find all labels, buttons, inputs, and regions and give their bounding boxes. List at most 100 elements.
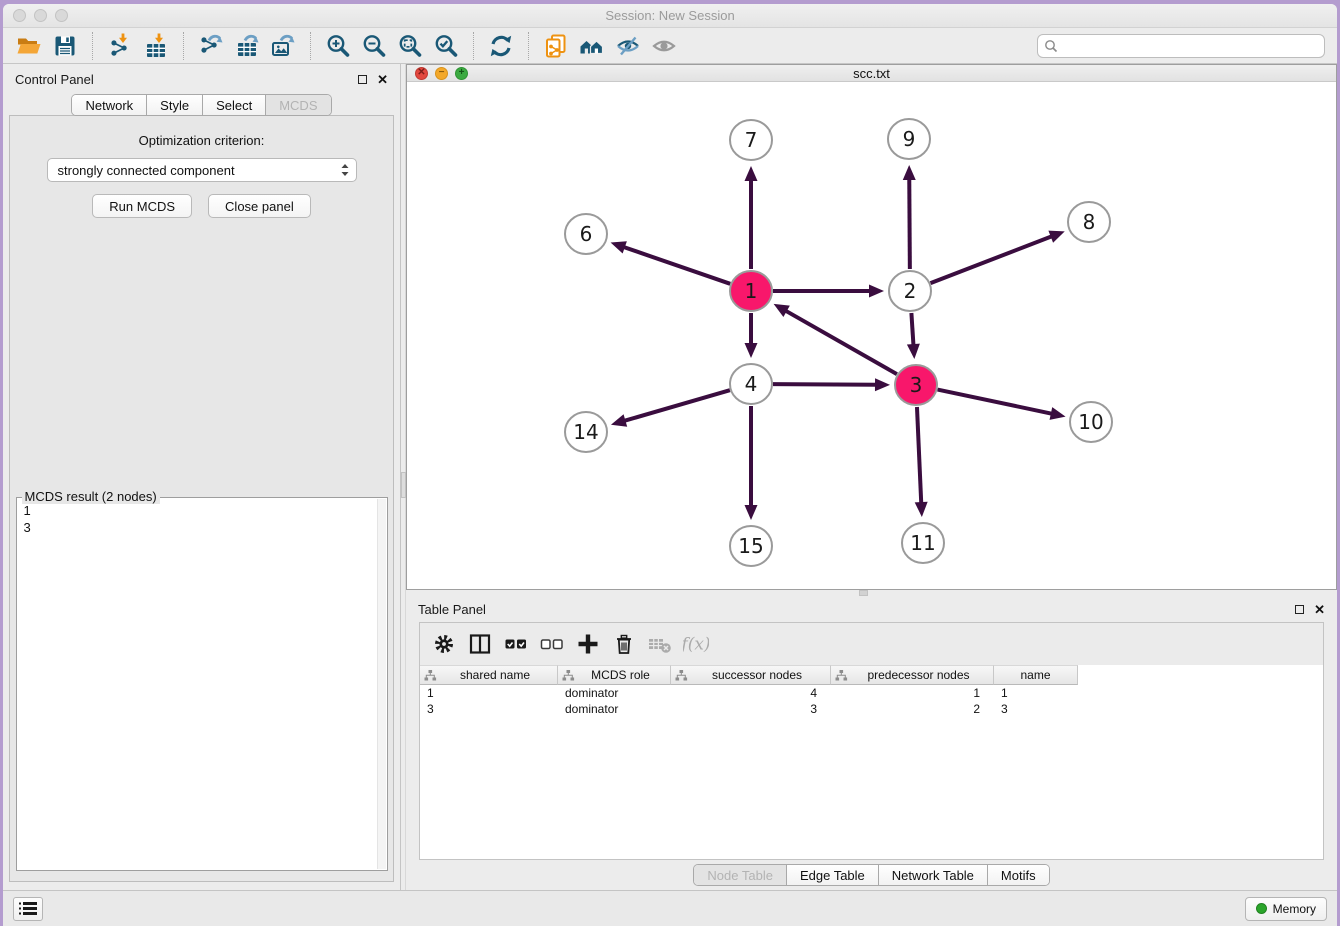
import-table-button[interactable] [138, 31, 174, 61]
edge-3-10[interactable] [938, 390, 1053, 414]
column-header-shared-name[interactable]: shared name [420, 665, 558, 685]
zoom-in-button[interactable] [320, 31, 356, 61]
maximize-button[interactable] [55, 9, 68, 22]
graph-node-2[interactable]: 2 [889, 271, 931, 311]
list-icon [19, 901, 37, 917]
graph-node-14[interactable]: 14 [565, 412, 607, 452]
deselect-all-columns-button[interactable] [536, 628, 568, 660]
horizontal-splitter[interactable] [406, 590, 1337, 596]
copy-network-button[interactable] [538, 31, 574, 61]
close-panel-button[interactable]: Close panel [208, 194, 311, 218]
edge-1-6[interactable] [623, 247, 730, 284]
vertical-splitter-handle[interactable] [401, 472, 406, 498]
edge-arrowhead [611, 414, 627, 426]
export-network-button[interactable] [193, 31, 229, 61]
zoom-selected-button[interactable] [428, 31, 464, 61]
tab-mcds[interactable]: MCDS [266, 95, 330, 115]
import-network-button[interactable] [102, 31, 138, 61]
add-column-button[interactable] [572, 628, 604, 660]
table-close-panel-icon[interactable]: ✕ [1314, 603, 1325, 616]
column-header-name[interactable]: name [994, 665, 1078, 685]
select-all-columns-button[interactable] [500, 628, 532, 660]
delete-column-icon [611, 631, 637, 657]
result-scrollbar[interactable] [377, 499, 386, 869]
settings-gear-button[interactable] [428, 628, 460, 660]
edge-4-3[interactable] [773, 384, 877, 385]
table-cell[interactable]: 1 [994, 685, 1078, 701]
graph-node-7[interactable]: 7 [730, 120, 772, 160]
column-header-predecessor-nodes[interactable]: predecessor nodes [831, 665, 994, 685]
tab-network[interactable]: Network [72, 95, 147, 115]
network-canvas[interactable]: 7 9 6 8 1 2 4 3 14 10 15 11 [407, 82, 1336, 589]
save-session-icon [52, 33, 78, 59]
graph-node-3[interactable]: 3 [895, 365, 937, 405]
tab-node-table[interactable]: Node Table [694, 865, 787, 885]
open-folder-button[interactable] [11, 31, 47, 61]
graph-node-4[interactable]: 4 [730, 364, 772, 404]
first-neighbors-button[interactable] [574, 31, 610, 61]
zoom-out-button[interactable] [356, 31, 392, 61]
table-float-panel-icon[interactable] [1295, 605, 1304, 614]
graph-node-1[interactable]: 1 [730, 271, 772, 311]
tab-network-table[interactable]: Network Table [879, 865, 988, 885]
graph-node-10[interactable]: 10 [1070, 402, 1112, 442]
split-view-button[interactable] [464, 628, 496, 660]
refresh-layout-button[interactable] [483, 31, 519, 61]
graph-node-9[interactable]: 9 [888, 119, 930, 159]
graph-node-11[interactable]: 11 [902, 523, 944, 563]
search-input[interactable] [1062, 39, 1318, 53]
copy-network-icon [543, 33, 569, 59]
edge-2-8[interactable] [931, 236, 1053, 283]
tab-style[interactable]: Style [147, 95, 203, 115]
hide-graphics-details-button[interactable] [610, 31, 646, 61]
zoom-in-icon [325, 33, 351, 59]
run-mcds-button[interactable]: Run MCDS [92, 194, 192, 218]
delete-column-button[interactable] [608, 628, 640, 660]
edge-2-9[interactable] [909, 178, 910, 269]
column-header-successor-nodes[interactable]: successor nodes [671, 665, 831, 685]
table-cell[interactable]: 4 [671, 685, 831, 701]
tab-select[interactable]: Select [203, 95, 266, 115]
search-box[interactable] [1037, 34, 1325, 58]
float-panel-icon[interactable] [358, 75, 367, 84]
table-cell[interactable]: dominator [558, 685, 671, 701]
table-cell[interactable]: 1 [831, 685, 994, 701]
mcds-button-row: Run MCDS Close panel [92, 194, 310, 218]
edge-4-14[interactable] [623, 390, 729, 421]
table-row[interactable]: 3dominator323 [420, 701, 1323, 717]
close-button[interactable] [13, 9, 26, 22]
graph-node-8[interactable]: 8 [1068, 202, 1110, 242]
table-cell[interactable]: 2 [831, 701, 994, 717]
show-graphics-details-button[interactable] [646, 31, 682, 61]
horizontal-splitter-handle[interactable] [859, 590, 868, 596]
table-cell[interactable]: 3 [994, 701, 1078, 717]
minimize-button[interactable] [34, 9, 47, 22]
graph-node-6[interactable]: 6 [565, 214, 607, 254]
vertical-splitter[interactable] [400, 64, 406, 890]
memory-button[interactable]: Memory [1245, 897, 1327, 921]
table-cell[interactable]: 1 [420, 685, 558, 701]
edge-3-11[interactable] [917, 407, 921, 504]
graph-node-15[interactable]: 15 [730, 526, 772, 566]
table-cell[interactable]: 3 [420, 701, 558, 717]
tab-edge-table[interactable]: Edge Table [787, 865, 879, 885]
toolbar-separator [473, 32, 474, 60]
zoom-fit-button[interactable] [392, 31, 428, 61]
export-table-icon [234, 33, 260, 59]
criterion-dropdown[interactable]: strongly connected component [47, 158, 357, 182]
save-session-button[interactable] [47, 31, 83, 61]
table-cell[interactable]: dominator [558, 701, 671, 717]
table-cell[interactable]: 3 [671, 701, 831, 717]
export-image-button[interactable] [265, 31, 301, 61]
tab-motifs[interactable]: Motifs [988, 865, 1049, 885]
task-history-button[interactable] [13, 897, 43, 921]
right-area: ✕ − + scc.txt 7968124314101511 Table Pan… [406, 64, 1337, 890]
edge-2-3[interactable] [911, 313, 913, 346]
close-panel-icon[interactable]: ✕ [377, 73, 388, 86]
table-row[interactable]: 1dominator411 [420, 685, 1323, 701]
mcds-result-text[interactable]: 1 3 [17, 498, 387, 540]
export-table-button[interactable] [229, 31, 265, 61]
table-panel-header: Table Panel ✕ [406, 596, 1337, 622]
edge-3-1[interactable] [785, 310, 897, 374]
column-header-MCDS-role[interactable]: MCDS role [558, 665, 671, 685]
